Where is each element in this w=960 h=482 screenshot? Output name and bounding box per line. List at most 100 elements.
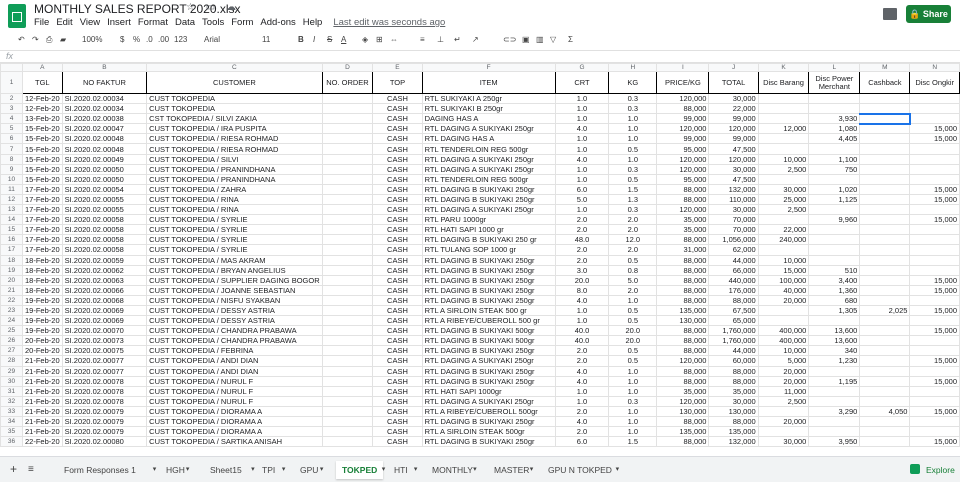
row-number[interactable]: 32	[0, 395, 24, 407]
cell[interactable]: 0.3	[608, 103, 658, 115]
cell[interactable]	[859, 315, 911, 327]
cell[interactable]: CUST TOKOPEDIA / RIESA ROHMAD	[146, 133, 323, 145]
cell[interactable]	[859, 224, 911, 236]
spreadsheet-grid[interactable]: ABCDEFGHIJKLMN 1 TGL NO FAKTUR CUSTOMER NO. …	[0, 63, 960, 456]
cell[interactable]	[808, 224, 861, 236]
cell[interactable]: 0.3	[608, 204, 658, 216]
cell[interactable]: 18-Feb-20	[22, 254, 63, 266]
cell[interactable]	[859, 325, 911, 337]
cell[interactable]: 4.0	[554, 375, 610, 387]
cell[interactable]: CUST TOKOPEDIA / NURUL F	[146, 375, 323, 387]
cell[interactable]: SI.2020.02.00055	[61, 204, 148, 216]
cell[interactable]: CASH	[372, 405, 423, 418]
add-sheet-icon[interactable]: +	[10, 460, 17, 478]
cell[interactable]	[859, 426, 911, 438]
cell[interactable]: 31,000	[656, 244, 710, 256]
cell[interactable]: 2,025	[859, 304, 911, 317]
cell[interactable]: 2.0	[608, 284, 658, 296]
cell[interactable]: 25,000	[757, 193, 810, 206]
cell[interactable]: 20.0	[554, 274, 610, 286]
cell[interactable]: 135,000	[656, 304, 710, 317]
cell[interactable]: 88,000	[656, 183, 710, 195]
cell[interactable]: 20,000	[757, 375, 810, 387]
percent-button[interactable]: %	[133, 35, 140, 44]
cell[interactable]: 2.0	[608, 244, 658, 256]
cell[interactable]: 0.8	[608, 264, 658, 276]
row-number[interactable]: 18	[0, 254, 24, 266]
cell[interactable]: SI.2020.02.00034	[61, 92, 148, 105]
cell[interactable]: 62,000	[708, 244, 759, 256]
cell[interactable]: 1,056,000	[708, 234, 759, 246]
cell[interactable]: CST TOKOPEDIA / SILVI ZAKIA	[146, 113, 323, 125]
cell[interactable]: 2.0	[554, 426, 610, 438]
cell[interactable]: CUST TOKOPEDIA / DIORAMA A	[146, 405, 323, 418]
cell[interactable]: 0.5	[608, 304, 658, 317]
cell[interactable]	[321, 375, 374, 387]
cell[interactable]: SI.2020.02.00062	[61, 264, 148, 276]
cell[interactable]: RTL TENDERLOIN REG 500gr	[421, 143, 556, 155]
cell[interactable]	[859, 214, 911, 226]
column-header-i[interactable]: I	[656, 63, 710, 72]
cell[interactable]	[757, 133, 810, 145]
star-move-cloud-icons[interactable]: ☆ ▭ ☁	[186, 2, 240, 13]
cell[interactable]: 132,000	[708, 436, 759, 448]
cell[interactable]: 21-Feb-20	[22, 365, 63, 377]
cell[interactable]: RTL DAGING B SUKIYAKI 250gr	[421, 193, 556, 206]
cell[interactable]: SI.2020.02.00048	[61, 143, 148, 155]
cell[interactable]: CASH	[372, 294, 423, 306]
cell[interactable]: CUST TOKOPEDIA / DIORAMA A	[146, 426, 323, 438]
cell[interactable]	[321, 325, 374, 337]
tab-sheet15[interactable]: Sheet15	[210, 461, 242, 479]
cell[interactable]: CUST TOKOPEDIA / DESSY ASTRIA	[146, 304, 323, 317]
cell[interactable]: RTL SUKIYAKI A 250gr	[421, 92, 556, 105]
tab-gpu-n-tokped[interactable]: GPU N TOKPED	[548, 461, 612, 479]
cell[interactable]	[909, 335, 960, 347]
cell[interactable]	[909, 103, 960, 115]
tab-hgh[interactable]: HGH	[166, 461, 185, 479]
cell[interactable]	[909, 395, 960, 407]
tab-menu-icon[interactable]: ▾	[153, 461, 157, 479]
cell[interactable]	[321, 254, 374, 266]
cell[interactable]: RTL DAGING HAS A	[421, 133, 556, 145]
row-number[interactable]: 7	[0, 143, 24, 155]
cell[interactable]: 20,000	[757, 294, 810, 306]
cell[interactable]: 130,000	[656, 405, 710, 418]
cell[interactable]	[321, 163, 374, 175]
cell[interactable]: CUST TOKOPEDIA / CHANDRA PRABAWA	[146, 335, 323, 347]
cell[interactable]: 99,000	[656, 133, 710, 145]
cell[interactable]: 0.5	[608, 315, 658, 327]
cell[interactable]: 1.0	[554, 204, 610, 216]
cell[interactable]: 11,000	[757, 385, 810, 397]
cell[interactable]: CASH	[372, 284, 423, 296]
cell[interactable]	[909, 153, 960, 165]
cell[interactable]: 1.0	[608, 113, 658, 125]
cell[interactable]: CUST TOKOPEDIA / BRYAN ANGELIUS	[146, 264, 323, 276]
cell[interactable]: 88,000	[656, 254, 710, 266]
row-number[interactable]: 21	[0, 284, 24, 296]
header-cell[interactable]: Disc Ongkir	[909, 71, 960, 94]
cell[interactable]: 2.0	[554, 355, 610, 367]
column-header-f[interactable]: F	[421, 63, 556, 72]
cell[interactable]: 4,050	[859, 405, 911, 418]
cell[interactable]: 1.5	[608, 183, 658, 195]
cell[interactable]: SI.2020.02.00048	[61, 133, 148, 145]
cell[interactable]: 15-Feb-20	[22, 123, 63, 135]
row-number[interactable]: 20	[0, 274, 24, 286]
cell[interactable]: 88,000	[708, 415, 759, 428]
row-number[interactable]: 30	[0, 375, 24, 387]
cell[interactable]: RTL DAGING B SUKIYAKI 250gr	[421, 284, 556, 296]
cell[interactable]: CUST TOKOPEDIA / FEBRINA	[146, 345, 323, 357]
cell[interactable]: 66,000	[708, 264, 759, 276]
cell[interactable]: RTL A RIBEYE/CUBEROLL 500 gr	[421, 315, 556, 327]
cell[interactable]: 1.0	[554, 113, 610, 125]
cell[interactable]: RTL DAGING B SUKIYAKI 250gr	[421, 254, 556, 266]
cell[interactable]: CASH	[372, 365, 423, 377]
cell[interactable]: 2.0	[554, 244, 610, 256]
font-size-select[interactable]: 11	[262, 35, 270, 44]
cell[interactable]: 100,000	[757, 274, 810, 286]
cell[interactable]: 88,000	[656, 234, 710, 246]
cell[interactable]: RTL DAGING B SUKIYAKI 250gr	[421, 436, 556, 448]
cell[interactable]: CUST TOKOPEDIA / ANDI DIAN	[146, 365, 323, 377]
row-number[interactable]: 11	[0, 183, 24, 195]
header-cell[interactable]: KG	[608, 71, 658, 94]
